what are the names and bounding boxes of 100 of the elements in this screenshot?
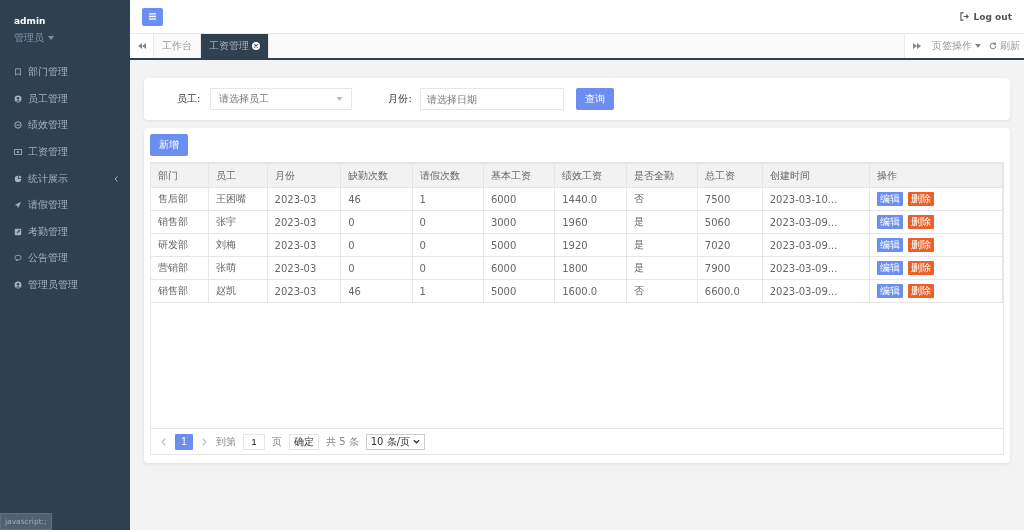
caret-icon xyxy=(336,97,344,101)
table-cell: 0 xyxy=(412,233,484,257)
table-cell: 销售部 xyxy=(151,279,209,303)
delete-button[interactable]: 删除 xyxy=(908,192,934,206)
goto-label: 到第 xyxy=(216,434,236,449)
table-cell: 王困嘴 xyxy=(208,187,268,211)
chevron-left-icon xyxy=(161,437,166,446)
edit-button[interactable]: 编辑 xyxy=(877,215,903,229)
double-right-icon xyxy=(912,43,921,49)
table-cell: 售后部 xyxy=(151,187,209,211)
column-header: 员工 xyxy=(208,163,268,188)
column-header: 绩效工资 xyxy=(554,163,627,188)
edit-button[interactable]: 编辑 xyxy=(877,261,903,275)
table-cell: 1920 xyxy=(554,233,627,257)
money-icon xyxy=(14,148,22,157)
user-icon xyxy=(14,94,22,103)
table-cell: 0 xyxy=(340,233,413,257)
table-cell: 张萌 xyxy=(208,256,268,280)
circle-minus-icon xyxy=(14,121,22,130)
sidebar-item[interactable]: 员工管理 xyxy=(0,85,130,113)
menu-button[interactable] xyxy=(142,7,163,26)
bookmark-icon xyxy=(14,68,22,77)
user-icon xyxy=(14,281,22,290)
page-field[interactable]: 1 xyxy=(243,433,265,450)
delete-button[interactable]: 删除 xyxy=(908,215,934,229)
edit-button[interactable]: 编辑 xyxy=(877,238,903,252)
sidebar-item[interactable]: 公告管理 xyxy=(0,245,130,272)
delete-button[interactable]: 删除 xyxy=(908,261,934,275)
column-header: 创建时间 xyxy=(762,163,870,188)
confirm-button[interactable]: 确定 xyxy=(289,433,319,450)
page-size-select[interactable]: 10 条/页 xyxy=(365,433,425,450)
sidebar-item[interactable]: 工资管理 xyxy=(0,138,130,166)
table-cell: 2023-03-10... xyxy=(762,187,870,211)
edit-icon xyxy=(14,227,22,236)
page-button[interactable]: 1 xyxy=(175,433,193,450)
table-cell: 赵凯 xyxy=(208,279,268,303)
table-cell: 5000 xyxy=(483,279,555,303)
add-button[interactable]: 新增 xyxy=(150,134,188,156)
logout-link[interactable]: Log out xyxy=(959,11,1012,22)
refresh-button[interactable]: 刷新 xyxy=(985,34,1024,58)
table-cell: 2023-03-09... xyxy=(762,233,870,257)
table-cell: 2023-03-09... xyxy=(762,210,870,234)
column-header: 缺勤次数 xyxy=(340,163,413,188)
month-field[interactable]: 请选择日期 xyxy=(419,88,564,110)
role-dropdown[interactable]: 管理员 xyxy=(14,31,54,45)
edit-button[interactable]: 编辑 xyxy=(877,192,903,206)
sidebar-item[interactable]: 绩效管理 xyxy=(0,112,130,139)
chevron-right-icon xyxy=(202,437,207,446)
user-name: admin xyxy=(14,16,47,26)
tab-actions-dropdown[interactable]: 页签操作 xyxy=(928,34,985,58)
table-cell: 2023-03 xyxy=(267,279,341,303)
column-header: 总工资 xyxy=(697,163,763,188)
table-cell: 营销部 xyxy=(151,256,209,280)
table-cell: 张宇 xyxy=(208,210,268,234)
column-header: 月份 xyxy=(267,163,341,188)
delete-button[interactable]: 删除 xyxy=(908,238,934,252)
table-cell: 0 xyxy=(340,256,413,280)
chevron-down-icon xyxy=(413,439,420,444)
menu-icon xyxy=(148,12,157,21)
column-header: 请假次数 xyxy=(412,163,484,188)
query-button[interactable]: 查询 xyxy=(575,88,614,110)
table-cell: 2023-03 xyxy=(267,210,341,234)
sidebar-item[interactable]: 统计展示 xyxy=(0,165,130,192)
sidebar-item[interactable]: 考勤管理 xyxy=(0,218,130,246)
field-label: 员工: xyxy=(177,92,201,106)
table-cell: 46 xyxy=(340,187,413,211)
caret-icon xyxy=(975,44,981,48)
table-cell: 2023-03-09... xyxy=(762,279,870,303)
table-cell: 刘梅 xyxy=(208,233,268,257)
scroll-right-button[interactable] xyxy=(904,34,928,58)
table-cell: 0 xyxy=(412,210,484,234)
total-count: 共 5 条 xyxy=(326,434,359,449)
sidebar-item[interactable]: 管理员管理 xyxy=(0,271,130,299)
employee-select[interactable]: 请选择员工 xyxy=(210,88,353,110)
scroll-left-button[interactable] xyxy=(130,34,154,58)
sidebar-item[interactable]: 请假管理 xyxy=(0,191,130,219)
table-cell: 2023-03 xyxy=(267,187,341,211)
table-cell: 5000 xyxy=(483,233,555,257)
double-left-icon xyxy=(137,43,146,49)
prev-page-button[interactable] xyxy=(159,437,168,446)
table-cell: 销售部 xyxy=(151,210,209,234)
table-cell: 是 xyxy=(626,256,698,280)
sidebar-item[interactable]: 部门管理 xyxy=(0,59,130,86)
table-cell: 46 xyxy=(340,279,413,303)
table-cell: 研发部 xyxy=(151,233,209,257)
table-cell: 6000 xyxy=(483,187,555,211)
field-label: 月份: xyxy=(388,92,412,106)
table-cell: 1 xyxy=(412,279,484,303)
edit-button[interactable]: 编辑 xyxy=(877,284,903,298)
close-icon[interactable] xyxy=(252,42,260,50)
table-cell: 6000 xyxy=(483,256,555,280)
delete-button[interactable]: 删除 xyxy=(908,284,934,298)
table-cell: 5060 xyxy=(697,210,763,234)
table-cell: 0 xyxy=(412,256,484,280)
table-cell: 1800 xyxy=(554,256,627,280)
next-page-button[interactable] xyxy=(200,437,209,446)
logout-icon xyxy=(959,12,969,21)
page-tab[interactable]: 工资管理 xyxy=(201,34,269,58)
send-icon xyxy=(14,201,22,210)
column-header: 操作 xyxy=(869,163,1003,188)
